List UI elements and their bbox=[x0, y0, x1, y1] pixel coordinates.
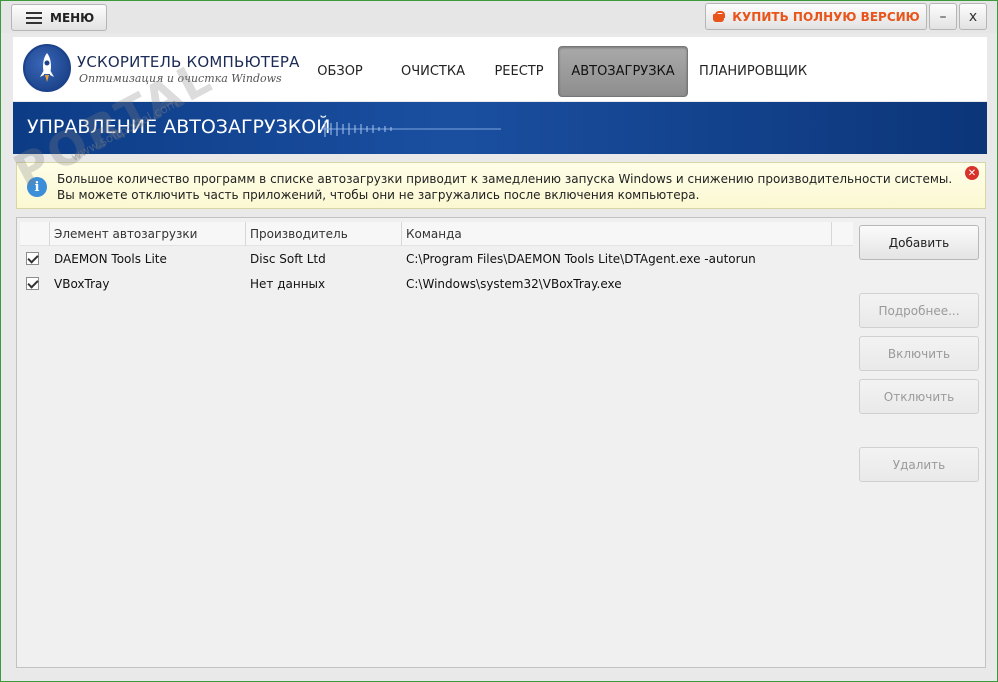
column-header-command[interactable]: Команда bbox=[402, 222, 832, 246]
startup-table: Элемент автозагрузки Производитель Коман… bbox=[20, 222, 853, 296]
app-header: УСКОРИТЕЛЬ КОМПЬЮТЕРА Оптимизация и очис… bbox=[13, 37, 987, 101]
info-line-1: Большое количество программ в списке авт… bbox=[57, 172, 953, 186]
row-checkbox[interactable] bbox=[26, 277, 39, 290]
tab-startup[interactable]: АВТОЗАГРУЗКА bbox=[558, 46, 688, 97]
info-line-2: Вы можете отключить часть приложений, чт… bbox=[57, 188, 700, 202]
info-text: Большое количество программ в списке авт… bbox=[57, 171, 952, 203]
section-title: УПРАВЛЕНИЕ АВТОЗАГРУЗКОЙ bbox=[27, 116, 331, 138]
startup-panel: Элемент автозагрузки Производитель Коман… bbox=[16, 217, 986, 668]
shopping-bag-icon bbox=[712, 10, 726, 23]
tab-scheduler[interactable]: ПЛАНИРОВЩИК bbox=[697, 46, 809, 97]
buy-button-label: КУПИТЬ ПОЛНУЮ ВЕРСИЮ bbox=[732, 9, 920, 24]
column-header-filler bbox=[832, 222, 853, 246]
row-vendor: Нет данных bbox=[250, 276, 326, 291]
row-command: C:\Program Files\DAEMON Tools Lite\DTAge… bbox=[406, 251, 756, 266]
wave-decoration-icon bbox=[321, 121, 501, 137]
row-item-name: VBoxTray bbox=[54, 276, 110, 291]
tab-overview[interactable]: ОБЗОР bbox=[303, 46, 377, 97]
checkbox-column-header bbox=[20, 222, 50, 246]
app-window: МЕНЮ КУПИТЬ ПОЛНУЮ ВЕРСИЮ – x УСКОРИТЕЛЬ… bbox=[0, 0, 998, 682]
tab-registry[interactable]: РЕЕСТР bbox=[487, 46, 551, 97]
app-logo-title: УСКОРИТЕЛЬ КОМПЬЮТЕРА bbox=[77, 53, 300, 71]
row-vendor: Disc Soft Ltd bbox=[250, 251, 326, 266]
enable-button[interactable]: Включить bbox=[859, 336, 979, 371]
row-command: C:\Windows\system32\VBoxTray.exe bbox=[406, 276, 622, 291]
close-icon: x bbox=[968, 8, 978, 25]
close-notice-icon[interactable]: ✕ bbox=[965, 166, 979, 180]
section-banner: УПРАВЛЕНИЕ АВТОЗАГРУЗКОЙ bbox=[13, 102, 987, 154]
disable-button[interactable]: Отключить bbox=[859, 379, 979, 414]
delete-button[interactable]: Удалить bbox=[859, 447, 979, 482]
minimize-button[interactable]: – bbox=[929, 3, 957, 30]
row-item-name: DAEMON Tools Lite bbox=[54, 251, 167, 266]
add-button[interactable]: Добавить bbox=[859, 225, 979, 260]
table-header: Элемент автозагрузки Производитель Коман… bbox=[20, 222, 853, 246]
rocket-logo-icon bbox=[23, 44, 71, 92]
minimize-icon: – bbox=[939, 8, 947, 25]
title-bar: МЕНЮ КУПИТЬ ПОЛНУЮ ВЕРСИЮ – x bbox=[1, 1, 997, 33]
info-icon: i bbox=[27, 177, 47, 197]
column-header-vendor[interactable]: Производитель bbox=[246, 222, 402, 246]
tab-cleanup[interactable]: ОЧИСТКА bbox=[395, 46, 471, 97]
info-notice: i Большое количество программ в списке а… bbox=[16, 162, 986, 209]
menu-button-label: МЕНЮ bbox=[50, 10, 95, 25]
app-logo-subtitle: Оптимизация и очистка Windows bbox=[79, 72, 282, 85]
hamburger-icon bbox=[26, 11, 42, 24]
row-checkbox[interactable] bbox=[26, 252, 39, 265]
table-row[interactable]: VBoxTray Нет данных C:\Windows\system32\… bbox=[20, 271, 853, 296]
menu-button[interactable]: МЕНЮ bbox=[11, 4, 107, 31]
buy-full-version-button[interactable]: КУПИТЬ ПОЛНУЮ ВЕРСИЮ bbox=[705, 3, 927, 30]
details-button[interactable]: Подробнее... bbox=[859, 293, 979, 328]
column-header-item[interactable]: Элемент автозагрузки bbox=[50, 222, 246, 246]
table-row[interactable]: DAEMON Tools Lite Disc Soft Ltd C:\Progr… bbox=[20, 246, 853, 271]
close-button[interactable]: x bbox=[959, 3, 987, 30]
